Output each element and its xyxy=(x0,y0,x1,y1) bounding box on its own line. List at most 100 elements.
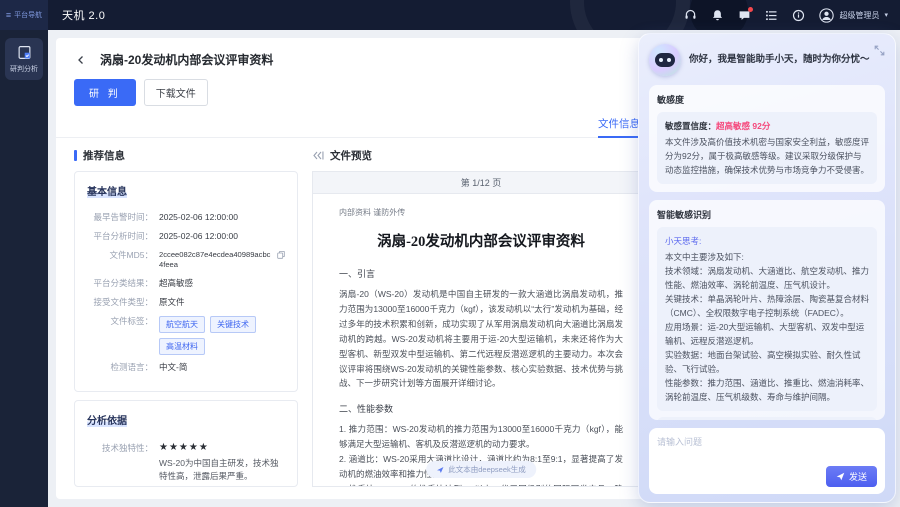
page-title: 涡扇-20发动机内部会议评审资料 xyxy=(100,51,273,68)
support-headset-icon[interactable] xyxy=(684,9,697,22)
thinking-box: 小天思考: 本文中主要涉及如下: 技术领域：涡扇发动机、大涵道比、航空发动机、推… xyxy=(657,227,877,411)
title-marker xyxy=(74,150,77,161)
row-value: 中文-简 xyxy=(159,362,187,374)
md5-value: 2ccee082c87e4ecdea40989acbc4feea xyxy=(159,250,274,271)
username: 超级管理员 xyxy=(839,10,879,21)
thinking-line: 应用场景：运-20大型运输机、大型客机、双发中型运输机、远程反潜巡逻机。 xyxy=(665,320,869,348)
chat-input-card: 发送 xyxy=(649,428,885,494)
download-file-button[interactable]: 下载文件 xyxy=(144,79,208,106)
chat-input[interactable] xyxy=(657,435,877,469)
sensitivity-body: 本文件涉及高价值技术机密与国家安全利益，敏感度评分为92分，属于极高敏感等级。建… xyxy=(665,135,869,177)
row-label: 接受文件类型： xyxy=(87,297,153,309)
analysis-basis-card: 分析依据 技术独特性： ★★★★★ WS-20为中国自主研发，技术独特性高，泄露… xyxy=(74,400,298,487)
info-circle-icon[interactable] xyxy=(792,9,805,22)
doc-paragraph: 涡扇-20（WS-20）发动机是中国自主研发的一款大涵道比涡扇发动机，推力范围为… xyxy=(339,287,623,391)
sidebar-item-label: 研判分析 xyxy=(10,64,38,74)
top-navbar: ≡ 平台导航 天机 2.0 超级管理员 ▾ xyxy=(0,0,900,30)
document-page: 第 1/12 页 内部资料 谨防外传 涡扇-20发动机内部会议评审资料 一、引言… xyxy=(312,171,650,487)
tag-high-temp[interactable]: 高温材料 xyxy=(159,338,205,355)
analysis-doc-icon xyxy=(17,45,32,60)
analysis-basis-title: 分析依据 xyxy=(87,412,127,427)
info-row-classification: 平台分类结果： 超高敏感 xyxy=(87,278,285,290)
page-indicator: 第 1/12 页 xyxy=(313,172,649,194)
doc-heading-1: 一、引言 xyxy=(339,267,623,283)
confidence-value: 超高敏感 92分 xyxy=(716,121,770,131)
left-sidebar: 研判分析 xyxy=(0,30,48,507)
assistant-header: 你好，我是智能助手小天，随时为你分忧～ xyxy=(649,44,885,76)
assistant-greeting: 你好，我是智能助手小天，随时为你分忧～ xyxy=(689,54,870,67)
row-label: 文件MD5： xyxy=(87,250,153,271)
panel-collapse-icon[interactable] xyxy=(874,43,885,61)
task-list-icon[interactable] xyxy=(765,9,778,22)
tab-file-info[interactable]: 文件信息 xyxy=(598,116,640,138)
platform-nav-label: 平台导航 xyxy=(14,10,42,20)
notification-bell-icon[interactable] xyxy=(711,9,724,22)
thinking-label: 小天思考: xyxy=(665,234,869,248)
preview-title-text: 文件预览 xyxy=(330,148,372,163)
thinking-line: 实验数据：地面台架试验、高空模拟实验、耐久性试验、飞行试验。 xyxy=(665,348,869,376)
info-row-md5: 文件MD5： 2ccee082c87e4ecdea40989acbc4feea xyxy=(87,250,285,271)
sensitivity-title: 敏感度 xyxy=(657,93,877,106)
recommend-panel-title: 推荐信息 xyxy=(74,148,298,163)
doc-heading-2: 二、性能参数 xyxy=(339,402,623,418)
row-label: 最早告警时间： xyxy=(87,212,153,224)
row-label: 平台分类结果： xyxy=(87,278,153,290)
item-label: 技术独特性： xyxy=(87,442,153,483)
info-row-tags: 文件标签： 航空航天 关键技术 高温材料 xyxy=(87,316,285,355)
identify-box: 敏感识别: 二、敏感度分析 1. 敏感度评估 技术机密性：涉及核心航空发动机技术… xyxy=(657,417,877,420)
classification-value: 超高敏感 xyxy=(159,278,193,290)
ai-assistant-panel: 你好，我是智能助手小天，随时为你分忧～ 敏感度 敏感置信度：超高敏感 92分 本… xyxy=(638,33,896,503)
sidebar-item-analysis[interactable]: 研判分析 xyxy=(5,38,43,80)
basic-info-title: 基本信息 xyxy=(87,183,127,198)
row-label: 平台分析时间： xyxy=(87,231,153,243)
info-row-alarm-time: 最早告警时间： 2025-02-06 12:00:00 xyxy=(87,212,285,224)
document-body[interactable]: 内部资料 谨防外传 涡扇-20发动机内部会议评审资料 一、引言 涡扇-20（WS… xyxy=(313,194,649,486)
app-title: 天机 2.0 xyxy=(62,7,105,23)
message-badge xyxy=(748,7,753,12)
platform-nav-button[interactable]: ≡ 平台导航 xyxy=(0,0,48,30)
analysis-item-uniqueness: 技术独特性： ★★★★★ WS-20为中国自主研发，技术独特性高，泄露后果严重。 xyxy=(87,442,285,483)
collapse-panel-icon[interactable] xyxy=(312,150,324,161)
robot-face-icon xyxy=(655,53,675,67)
hamburger-icon: ≡ xyxy=(6,11,11,20)
message-icon[interactable] xyxy=(738,9,751,22)
thinking-line: 关键技术：单晶涡轮叶片、热障涂层、陶瓷基复合材料（CMC）、全权限数字电子控制系… xyxy=(665,292,869,320)
info-row-analysis-time: 平台分析时间： 2025-02-06 12:00:00 xyxy=(87,231,285,243)
recommend-panel: 推荐信息 基本信息 最早告警时间： 2025-02-06 12:00:00 平台… xyxy=(74,148,298,487)
doc-title: 涡扇-20发动机内部会议评审资料 xyxy=(339,230,623,255)
send-button[interactable]: 发送 xyxy=(826,466,877,487)
row-value: 2025-02-06 12:00:00 xyxy=(159,212,238,224)
thinking-line: 性能参数：推力范围、涵道比、推重比、燃油消耗率、涡轮前温度、压气机级数、寿命与维… xyxy=(665,376,869,404)
row-value: 2025-02-06 12:00:00 xyxy=(159,231,238,243)
back-button[interactable] xyxy=(74,53,88,67)
assistant-avatar xyxy=(649,44,681,76)
item-desc: WS-20为中国自主研发，技术独特性高，泄露后果严重。 xyxy=(159,457,285,483)
tag-key-tech[interactable]: 关键技术 xyxy=(210,316,256,333)
thinking-line: 本文中主要涉及如下: xyxy=(665,250,869,264)
copy-icon[interactable] xyxy=(277,251,285,259)
ai-badge-icon xyxy=(436,466,444,474)
doc-line: 3. 推重比：WS-20的推重比达到6.5以上，优于同级别的国际同类产品，确保了… xyxy=(339,482,623,487)
navbar-actions: 超级管理员 ▾ xyxy=(684,8,900,23)
info-row-language: 检测语言： 中文-简 xyxy=(87,362,285,374)
send-plane-icon xyxy=(836,472,845,481)
tag-list: 航空航天 关键技术 高温材料 xyxy=(159,316,285,355)
tag-aerospace[interactable]: 航空航天 xyxy=(159,316,205,333)
thinking-line: 技术领域：涡扇发动机、大涵道比、航空发动机、推力性能、燃油效率、涡轮前温度、压气… xyxy=(665,264,869,292)
recognition-card: 智能敏感识别 小天思考: 本文中主要涉及如下: 技术领域：涡扇发动机、大涵道比、… xyxy=(649,200,885,420)
sensitivity-detail: 敏感置信度：超高敏感 92分 本文件涉及高价值技术机密与国家安全利益，敏感度评分… xyxy=(657,112,877,184)
doc-line: 1. 推力范围：WS-20发动机的推力范围为13000至16000千克力（kgf… xyxy=(339,422,623,452)
chevron-down-icon: ▾ xyxy=(884,11,888,19)
row-label: 检测语言： xyxy=(87,362,153,374)
judge-button[interactable]: 研 判 xyxy=(74,79,136,106)
info-row-file-type: 接受文件类型： 原文件 xyxy=(87,297,285,309)
row-value: 原文件 xyxy=(159,297,185,309)
recommend-title-text: 推荐信息 xyxy=(83,148,125,163)
user-menu[interactable]: 超级管理员 ▾ xyxy=(819,8,888,23)
star-rating: ★★★★★ xyxy=(159,442,209,453)
ai-generated-badge: 此文本由deepseek生成 xyxy=(426,461,536,478)
row-label: 文件标签： xyxy=(87,316,153,355)
recognition-title: 智能敏感识别 xyxy=(657,208,877,221)
avatar xyxy=(819,8,834,23)
preview-panel-title: 文件预览 xyxy=(312,148,650,163)
